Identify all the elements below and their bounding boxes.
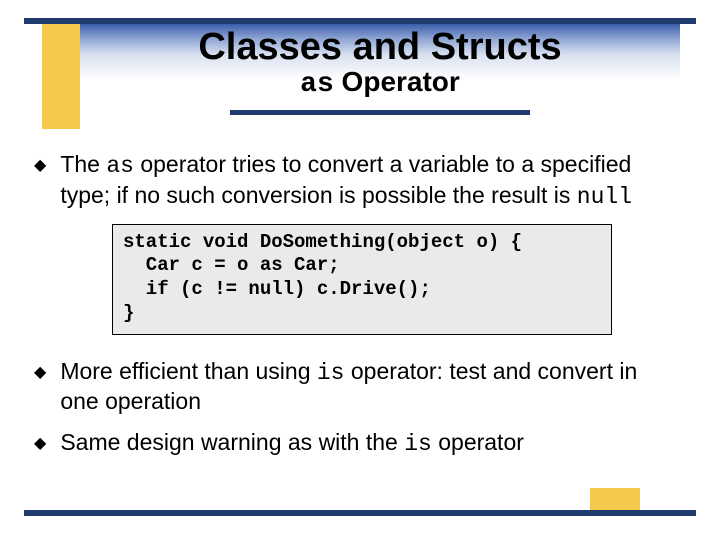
bottom-divider-bar	[24, 510, 696, 516]
title-area: Classes and Structs as Operator	[80, 24, 680, 129]
subtitle-mono: as	[300, 69, 334, 100]
subtitle-rest: Operator	[334, 66, 460, 97]
slide-title: Classes and Structs	[80, 28, 680, 68]
text-fragment: operator	[432, 429, 524, 455]
bottom-gold-accent	[590, 488, 640, 510]
bullet-item: ◆ The as operator tries to convert a var…	[34, 150, 680, 212]
code-inline: as	[106, 153, 134, 179]
bullet-item: ◆ Same design warning as with the is ope…	[34, 428, 680, 459]
code-inline: null	[577, 184, 632, 210]
slide: Classes and Structs as Operator ◆ The as…	[0, 0, 720, 540]
bullet-icon: ◆	[34, 156, 46, 176]
subtitle-underline	[230, 110, 530, 115]
top-gold-accent	[42, 24, 80, 129]
bullet-text: More efficient than using is operator: t…	[60, 357, 680, 417]
text-fragment: operator tries to convert a variable to …	[60, 151, 631, 208]
bullet-text: The as operator tries to convert a varia…	[60, 150, 680, 212]
content-area: ◆ The as operator tries to convert a var…	[34, 150, 680, 471]
bullet-text: Same design warning as with the is opera…	[60, 428, 680, 459]
text-fragment: The	[60, 151, 106, 177]
bullet-icon: ◆	[34, 363, 46, 383]
code-inline: is	[404, 431, 432, 457]
code-inline: is	[317, 360, 345, 386]
bullet-icon: ◆	[34, 434, 46, 454]
code-block: static void DoSomething(object o) { Car …	[112, 224, 612, 335]
text-fragment: Same design warning as with the	[60, 429, 404, 455]
slide-subtitle: as Operator	[80, 66, 680, 100]
text-fragment: More efficient than using	[60, 358, 317, 384]
bullet-item: ◆ More efficient than using is operator:…	[34, 357, 680, 417]
